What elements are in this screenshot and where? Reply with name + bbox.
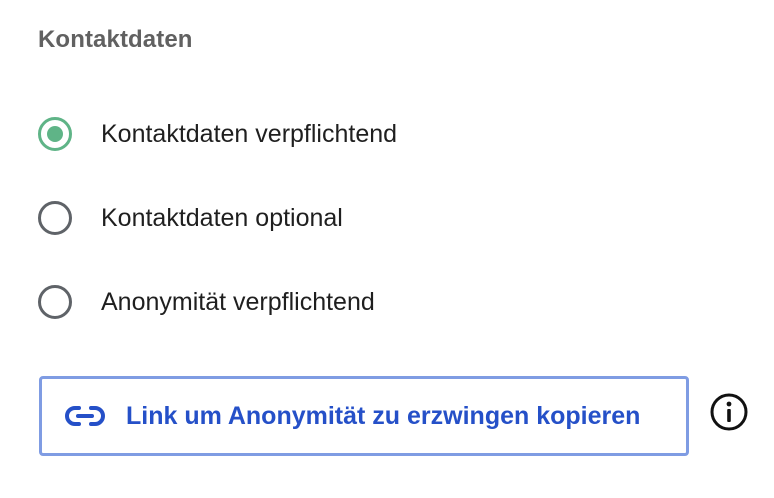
radio-option-anonymity-required[interactable]: Anonymität verpflichtend — [38, 282, 397, 322]
radio-button-selected[interactable] — [38, 117, 72, 151]
radio-label-contact-required: Kontaktdaten verpflichtend — [101, 119, 398, 148]
radio-selected-dot — [47, 126, 63, 142]
radio-option-contact-required[interactable]: Kontaktdaten verpflichtend — [38, 114, 397, 154]
radio-label-anonymity-required: Anonymität verpflichtend — [101, 287, 375, 316]
link-icon — [65, 405, 105, 427]
radio-button[interactable] — [38, 201, 72, 235]
copy-anonymity-link-button[interactable]: Link um Anonymität zu erzwingen kopieren — [39, 376, 689, 456]
info-icon[interactable] — [709, 392, 749, 432]
section-title: Kontaktdaten — [38, 26, 193, 53]
contact-data-radio-group: Kontaktdaten verpflichtend Kontaktdaten … — [38, 114, 397, 366]
radio-label-contact-optional: Kontaktdaten optional — [101, 203, 343, 232]
radio-option-contact-optional[interactable]: Kontaktdaten optional — [38, 198, 397, 238]
copy-link-button-label: Link um Anonymität zu erzwingen kopieren — [126, 401, 641, 430]
radio-button[interactable] — [38, 285, 72, 319]
